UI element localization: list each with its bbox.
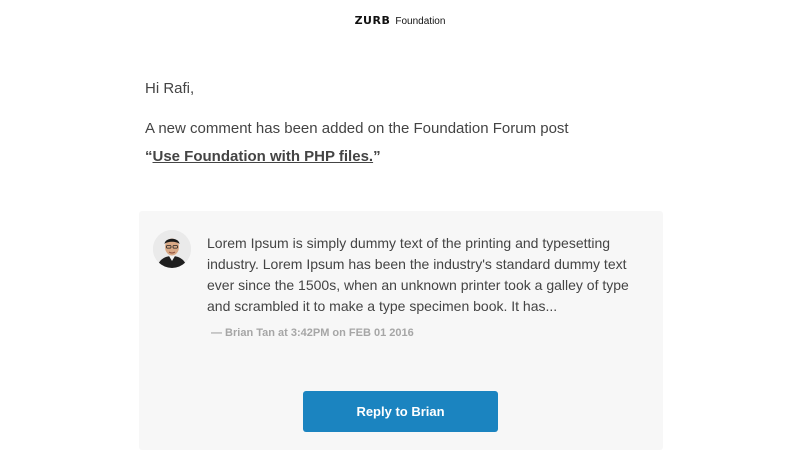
post-link-line: “Use Foundation with PHP files.” xyxy=(145,143,665,171)
post-title-link[interactable]: Use Foundation with PHP files. xyxy=(153,148,374,165)
email-header: ZURB Foundation xyxy=(0,14,800,27)
greeting: Hi Rafi, xyxy=(145,80,195,97)
open-quote: “ xyxy=(145,148,153,165)
intro-text: A new comment has been added on the Foun… xyxy=(145,120,569,137)
comment-card: Lorem Ipsum is simply dummy text of the … xyxy=(139,211,663,450)
reply-button[interactable]: Reply to Brian xyxy=(303,391,498,432)
foundation-logo-text: Foundation xyxy=(395,16,446,27)
zurb-logo: ZURB xyxy=(354,14,391,27)
comment-meta: — Brian Tan at 3:42PM on FEB 01 2016 xyxy=(211,327,414,339)
intro-paragraph: A new comment has been added on the Foun… xyxy=(145,115,665,171)
comment-text: Lorem Ipsum is simply dummy text of the … xyxy=(207,235,629,314)
close-quote: ” xyxy=(373,148,381,165)
avatar-icon xyxy=(153,230,191,268)
